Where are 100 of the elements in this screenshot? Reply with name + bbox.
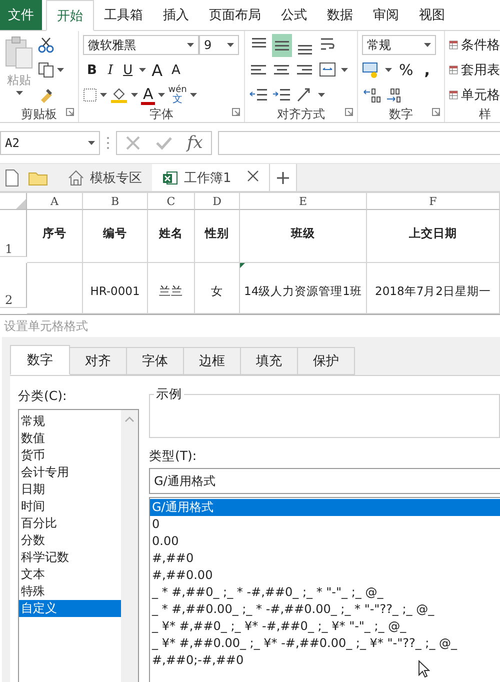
caret-icon[interactable] <box>227 43 234 47</box>
format-item[interactable]: _ * #,##0.00_ ;_ * -#,##0.00_ ;_ * "-"??_ ;_ @_ <box>150 601 500 618</box>
category-item[interactable]: 百分比 <box>19 515 121 532</box>
ribbon-tab[interactable]: 开始 <box>46 0 94 31</box>
ribbon-tab[interactable]: 工具箱 <box>94 0 153 30</box>
style-button[interactable]: 条件格 <box>461 36 500 54</box>
copy-icon[interactable] <box>38 62 54 78</box>
category-item[interactable]: 数值 <box>19 430 121 447</box>
ribbon-tab[interactable]: 页面布局 <box>199 0 271 30</box>
dialog-tab[interactable]: 对齐 <box>70 347 127 375</box>
caret-icon[interactable] <box>187 43 194 47</box>
grip-icon <box>106 136 110 150</box>
borders-icon[interactable] <box>83 88 97 102</box>
check-icon[interactable] <box>155 135 173 151</box>
document-tab[interactable]: 工作簿1 <box>152 164 270 191</box>
ribbon-tab[interactable]: 公式 <box>271 0 317 30</box>
dialog-tab[interactable]: 字体 <box>127 347 184 375</box>
column-header[interactable]: E <box>240 193 367 210</box>
dialog-tab[interactable]: 填充 <box>241 347 298 375</box>
home-icon[interactable] <box>68 170 84 186</box>
ribbon-tab[interactable]: 审阅 <box>363 0 409 30</box>
row-header[interactable]: 2 <box>0 263 27 308</box>
format-item[interactable]: 0.00 <box>150 533 500 550</box>
caret-icon[interactable] <box>424 43 431 47</box>
caret-icon[interactable] <box>131 93 138 97</box>
caret-icon[interactable] <box>341 68 348 72</box>
file-menu-button[interactable]: 文件 <box>0 0 42 30</box>
category-item[interactable]: 科学记数 <box>19 549 121 566</box>
format-item[interactable]: 0 <box>150 516 500 533</box>
format-item[interactable]: #,##0.00 <box>150 567 500 584</box>
category-item[interactable]: 日期 <box>19 481 121 498</box>
caret-icon[interactable] <box>158 93 166 97</box>
ribbon-tab[interactable]: 数据 <box>317 0 363 30</box>
comma-style-button[interactable]: , <box>420 61 434 79</box>
caret-icon[interactable] <box>190 93 197 97</box>
category-item[interactable]: 分数 <box>19 532 121 549</box>
dialog-launcher-icon[interactable] <box>345 108 353 116</box>
dialog-launcher-icon[interactable] <box>232 108 240 116</box>
ribbon-tab[interactable]: 视图 <box>409 0 455 30</box>
number-format-dropdown[interactable]: 常规 <box>362 35 436 55</box>
column-header[interactable]: C <box>148 193 195 210</box>
increase-decimal-icon[interactable] <box>362 87 382 103</box>
cut-icon[interactable] <box>38 37 54 53</box>
paste-caret-icon[interactable] <box>16 91 22 95</box>
percent-button[interactable]: % <box>395 61 418 79</box>
name-box[interactable]: A2 <box>0 131 100 155</box>
dialog-launcher-icon[interactable] <box>66 108 74 116</box>
grow-font-button[interactable]: A <box>148 60 166 80</box>
underline-button[interactable]: U <box>120 62 136 78</box>
column-header[interactable]: A <box>27 193 83 210</box>
italic-button[interactable]: I <box>104 62 118 78</box>
close-icon[interactable] <box>247 170 260 182</box>
dialog-tab[interactable]: 保护 <box>298 347 355 375</box>
category-item[interactable]: 特殊 <box>19 583 121 600</box>
caret-icon[interactable] <box>57 68 64 72</box>
caret-icon[interactable] <box>138 68 146 72</box>
category-item[interactable]: 文本 <box>19 566 121 583</box>
column-header[interactable]: B <box>83 193 148 210</box>
format-item[interactable]: #,##0;-#,##0 <box>150 652 500 669</box>
phonetic-button[interactable]: wén 文 <box>168 85 187 105</box>
category-item[interactable]: 常规 <box>19 413 121 430</box>
table-cell: 姓名 <box>159 226 183 240</box>
formula-input[interactable] <box>218 131 500 155</box>
insert-function-button[interactable]: fx <box>187 133 203 153</box>
shrink-font-button[interactable]: A <box>168 62 184 78</box>
category-item[interactable]: 货币 <box>19 447 121 464</box>
table-cell: 性别 <box>205 226 229 240</box>
category-item[interactable]: 会计专用 <box>19 464 121 481</box>
style-button[interactable]: 单元格 <box>461 86 500 104</box>
new-file-icon[interactable] <box>4 168 20 186</box>
dialog-tab[interactable]: 边框 <box>184 347 241 375</box>
caret-icon[interactable] <box>385 68 392 72</box>
font-color-button[interactable]: A <box>141 86 156 104</box>
row-header[interactable]: 1 <box>0 210 27 257</box>
category-item[interactable]: 时间 <box>19 498 121 515</box>
dialog-tab[interactable]: 数字 <box>10 345 70 375</box>
bold-button[interactable]: B <box>83 62 101 78</box>
table-cell: 序号 <box>42 226 66 240</box>
ribbon-tab[interactable]: 插入 <box>153 0 199 30</box>
table-cell: 2018年7月2日星期一 <box>375 284 491 298</box>
caret-icon[interactable] <box>318 93 325 97</box>
caret-icon[interactable] <box>100 93 107 97</box>
column-header[interactable]: F <box>367 193 500 210</box>
format-item[interactable]: #,##0 <box>150 550 500 567</box>
dialog-launcher-icon[interactable] <box>432 108 440 116</box>
type-input[interactable]: G/通用格式 <box>149 468 500 494</box>
add-tab-icon[interactable] <box>276 170 290 184</box>
caret-icon[interactable] <box>88 141 95 145</box>
format-item[interactable]: _ * #,##0_ ;_ * -#,##0_ ;_ * "-"_ ;_ @_ <box>150 584 500 601</box>
column-header[interactable]: D <box>195 193 240 210</box>
format-item[interactable]: _ ¥* #,##0_ ;_ ¥* -#,##0_ ;_ ¥* "-"_ ;_ @_ <box>150 618 500 635</box>
fill-color-icon[interactable] <box>110 87 128 103</box>
spreadsheet-icon[interactable] <box>162 170 178 186</box>
style-button[interactable]: 套用表 <box>461 61 500 79</box>
font-size-dropdown[interactable]: 9 <box>199 35 239 55</box>
format-item[interactable]: _ ¥* #,##0.00_ ;_ ¥* -#,##0.00_ ;_ ¥* "-"??_ ;_ @_ <box>150 635 500 652</box>
font-name-dropdown[interactable]: 微软雅黑 <box>83 35 199 55</box>
format-item[interactable]: G/通用格式 <box>150 499 500 516</box>
category-item[interactable]: 自定义 <box>19 600 121 617</box>
document-tab[interactable]: 模板专区 <box>58 164 152 191</box>
